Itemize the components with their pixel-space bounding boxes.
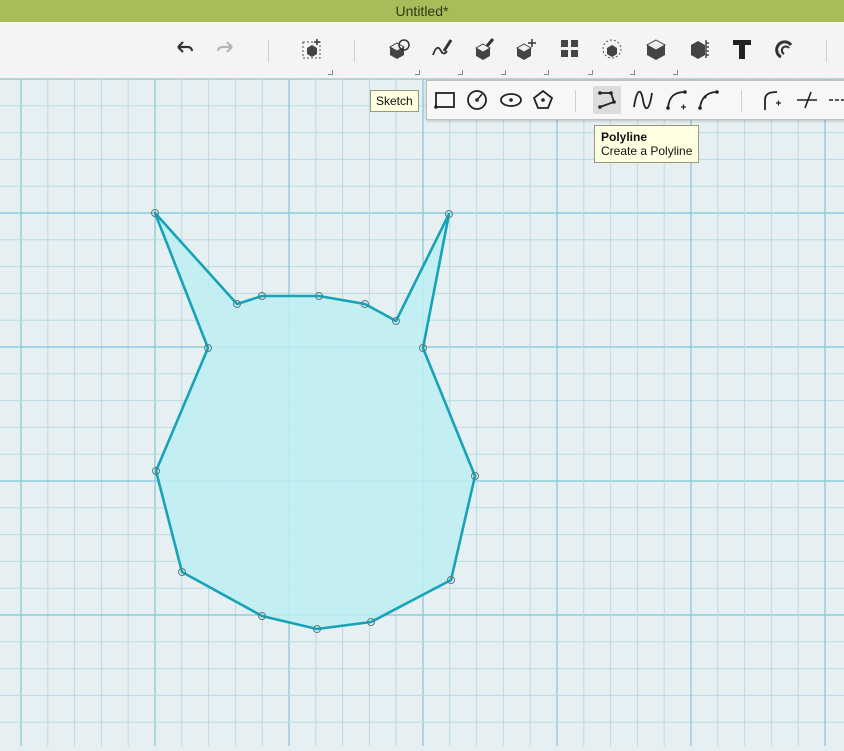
window-title: Untitled* (395, 3, 449, 19)
dropdown-indicator (501, 70, 506, 75)
sketch-tooltip: Sketch (370, 90, 419, 112)
polyline-tooltip: Polyline Create a Polyline (594, 125, 700, 163)
dropdown-indicator (630, 70, 635, 75)
dropdown-indicator (415, 70, 420, 75)
main-toolbar (0, 22, 844, 79)
construct-icon[interactable] (470, 34, 498, 64)
polyline-tooltip-description: Create a Polyline (601, 144, 693, 158)
undo-icon[interactable] (170, 34, 198, 64)
dropdown-indicator (328, 70, 333, 75)
sketch-icon[interactable] (428, 34, 456, 64)
group-icon[interactable] (598, 34, 626, 64)
design-canvas[interactable] (0, 78, 844, 746)
polyline-icon[interactable] (593, 86, 621, 114)
spline-icon[interactable] (629, 86, 657, 114)
pattern-icon[interactable] (556, 34, 584, 64)
sketch-icon[interactable] (384, 34, 412, 64)
rectangle-icon[interactable] (431, 86, 459, 114)
title-bar: Untitled* (0, 0, 844, 22)
sketch-toolbar (426, 80, 844, 120)
trim-icon[interactable] (793, 86, 821, 114)
toolbar-divider (741, 90, 742, 112)
dropdown-indicator (544, 70, 549, 75)
toolbar-divider (354, 40, 355, 62)
sketch-tooltip-label: Sketch (376, 94, 413, 108)
ellipse-icon[interactable] (497, 86, 525, 114)
combine-icon[interactable] (642, 34, 670, 64)
primitives-icon[interactable] (298, 34, 326, 64)
toolbar-divider (826, 40, 827, 62)
dropdown-indicator (458, 70, 463, 75)
extend-icon[interactable] (825, 86, 844, 114)
toolbar-divider (575, 90, 576, 112)
circle-icon[interactable] (463, 86, 491, 114)
measure-icon[interactable] (686, 34, 714, 64)
polygon-icon[interactable] (529, 86, 557, 114)
toolbar-divider (268, 40, 269, 62)
snap-icon[interactable] (772, 34, 800, 64)
redo-icon[interactable] (212, 34, 240, 64)
polyline-tooltip-title: Polyline (601, 130, 648, 144)
text-icon[interactable] (728, 34, 756, 64)
three-point-arc-icon[interactable] (695, 86, 723, 114)
dropdown-indicator (673, 70, 678, 75)
modify-icon[interactable] (512, 34, 540, 64)
grid (0, 78, 844, 746)
dropdown-indicator (588, 70, 593, 75)
fillet-icon[interactable] (759, 86, 787, 114)
two-point-arc-icon[interactable] (663, 86, 691, 114)
